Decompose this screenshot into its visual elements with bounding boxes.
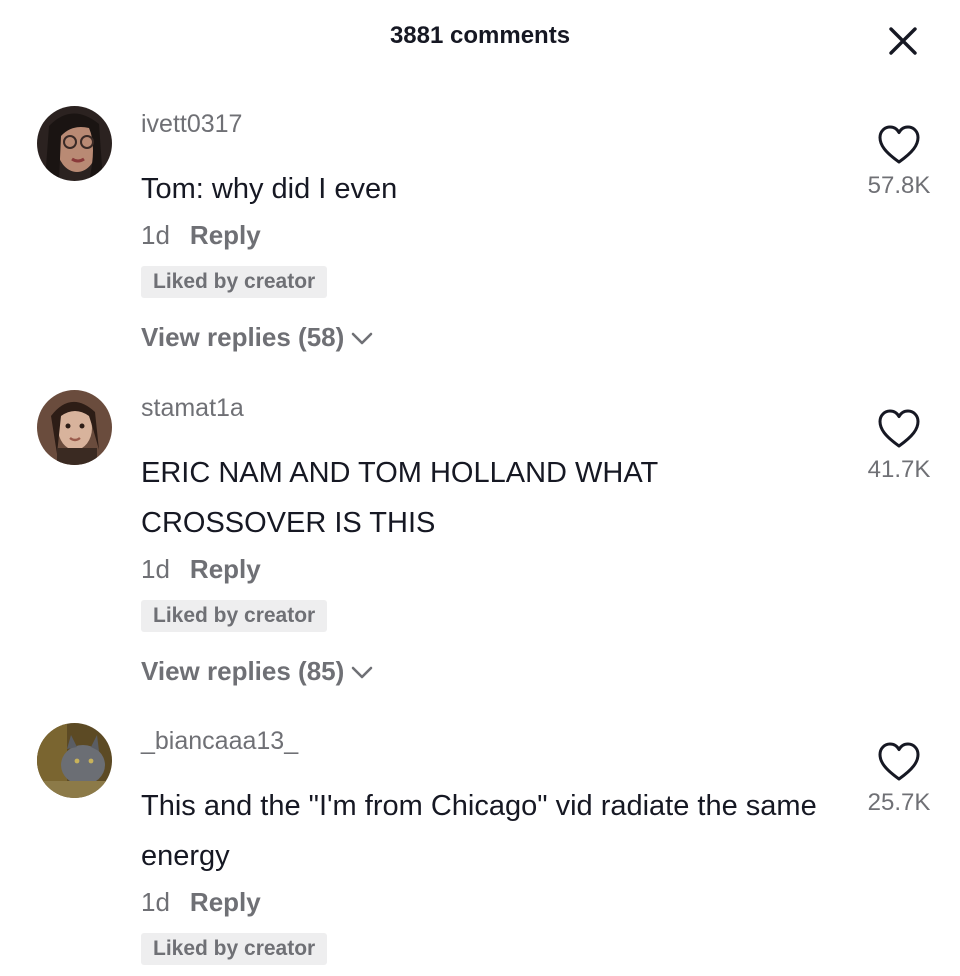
comment-text: Tom: why did I even [141, 173, 398, 205]
comments-header: 3881 comments [0, 0, 960, 76]
comment-username[interactable]: _biancaaa13_ [141, 727, 298, 756]
view-replies-label: View replies (58) [141, 322, 345, 352]
like-column: 41.7K [840, 408, 958, 484]
like-column: 57.8K [840, 124, 958, 200]
reply-button[interactable]: Reply [190, 220, 261, 250]
comment-text: ERIC NAM AND TOM HOLLAND WHAT CROSSOVER … [141, 457, 658, 539]
comment-time: 1d [141, 887, 170, 917]
comment-username[interactable]: stamat1a [141, 394, 244, 423]
comment-meta: 1d Reply [141, 220, 261, 251]
close-icon [889, 27, 917, 55]
comment-meta: 1d Reply [141, 887, 261, 918]
like-column: 25.7K [840, 741, 958, 817]
close-button[interactable] [882, 20, 924, 62]
chevron-down-icon [351, 666, 373, 678]
liked-by-creator-badge: Liked by creator [141, 933, 328, 965]
reply-button[interactable]: Reply [190, 554, 261, 584]
liked-by-creator-badge: Liked by creator [141, 600, 328, 632]
heart-outline-icon[interactable] [877, 741, 921, 783]
like-count: 57.8K [867, 172, 931, 199]
like-count: 25.7K [867, 789, 931, 816]
chevron-down-icon [351, 332, 373, 344]
comment-time: 1d [141, 220, 170, 250]
comments-panel: 3881 comments ivett0317 Tom: why did I e… [0, 0, 960, 976]
liked-by-creator-badge: Liked by creator [141, 266, 328, 298]
avatar[interactable] [37, 723, 112, 798]
view-replies-button[interactable]: View replies (85) [141, 656, 374, 687]
avatar[interactable] [37, 390, 112, 465]
view-replies-label: View replies (85) [141, 656, 345, 686]
comment-text: This and the "I'm from Chicago" vid radi… [141, 790, 817, 872]
avatar[interactable] [37, 106, 112, 181]
comment-username[interactable]: ivett0317 [141, 110, 242, 139]
comment-meta: 1d Reply [141, 554, 261, 585]
heart-outline-icon[interactable] [877, 408, 921, 450]
like-count: 41.7K [867, 456, 931, 483]
comments-count-title: 3881 comments [389, 22, 571, 49]
view-replies-button[interactable]: View replies (58) [141, 322, 374, 353]
reply-button[interactable]: Reply [190, 887, 261, 917]
comment-time: 1d [141, 554, 170, 584]
heart-outline-icon[interactable] [877, 124, 921, 166]
